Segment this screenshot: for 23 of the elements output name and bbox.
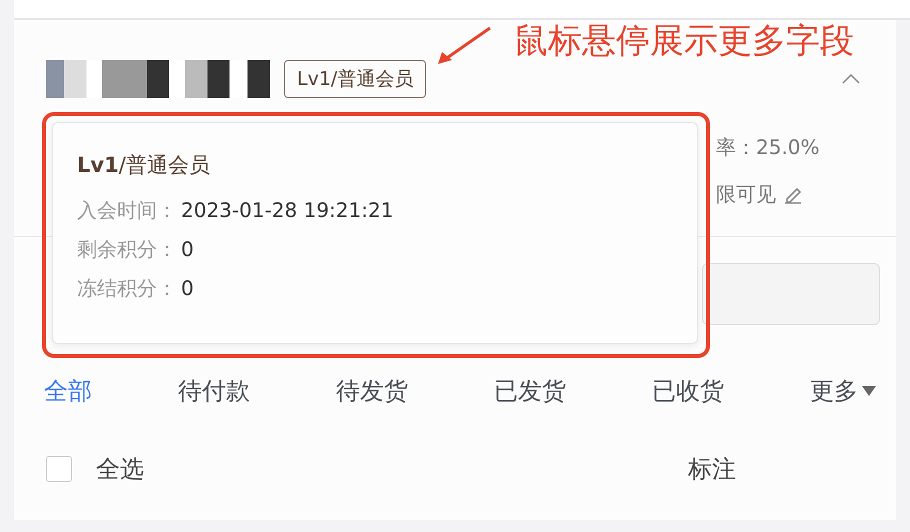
button-background[interactable] — [702, 263, 880, 325]
select-all-label: 全选 — [96, 454, 144, 485]
order-tab[interactable]: 待发货 — [336, 375, 408, 407]
popover-title: Lv1/普通会员 — [77, 152, 211, 179]
checkbox[interactable] — [46, 456, 72, 482]
stat-text: 率：25.0% — [716, 134, 820, 161]
annotation-text: 鼠标悬停展示更多字段 — [514, 20, 854, 63]
field-value: 2023-01-28 19:21:21 — [181, 198, 394, 222]
annotation-arrow — [436, 26, 492, 66]
action-link[interactable]: 标注 — [688, 453, 736, 485]
member-level-badge: Lv1/普通会员 — [284, 60, 426, 98]
field-label: 剩余积分： — [77, 237, 177, 261]
field-value: 0 — [181, 276, 194, 300]
order-tab[interactable]: 已收货 — [652, 375, 724, 407]
order-tab[interactable]: 全部 — [44, 375, 92, 407]
stat-text: 限可见 — [716, 181, 776, 208]
field-label: 冻结积分： — [77, 276, 177, 300]
order-tab[interactable]: 更多 — [810, 375, 876, 407]
field-value: 0 — [181, 237, 194, 261]
field-label: 入会时间： — [77, 198, 177, 222]
chevron-up-icon[interactable] — [842, 74, 860, 84]
order-tab[interactable]: 已发货 — [494, 375, 566, 407]
order-tab[interactable]: 待付款 — [178, 375, 250, 407]
